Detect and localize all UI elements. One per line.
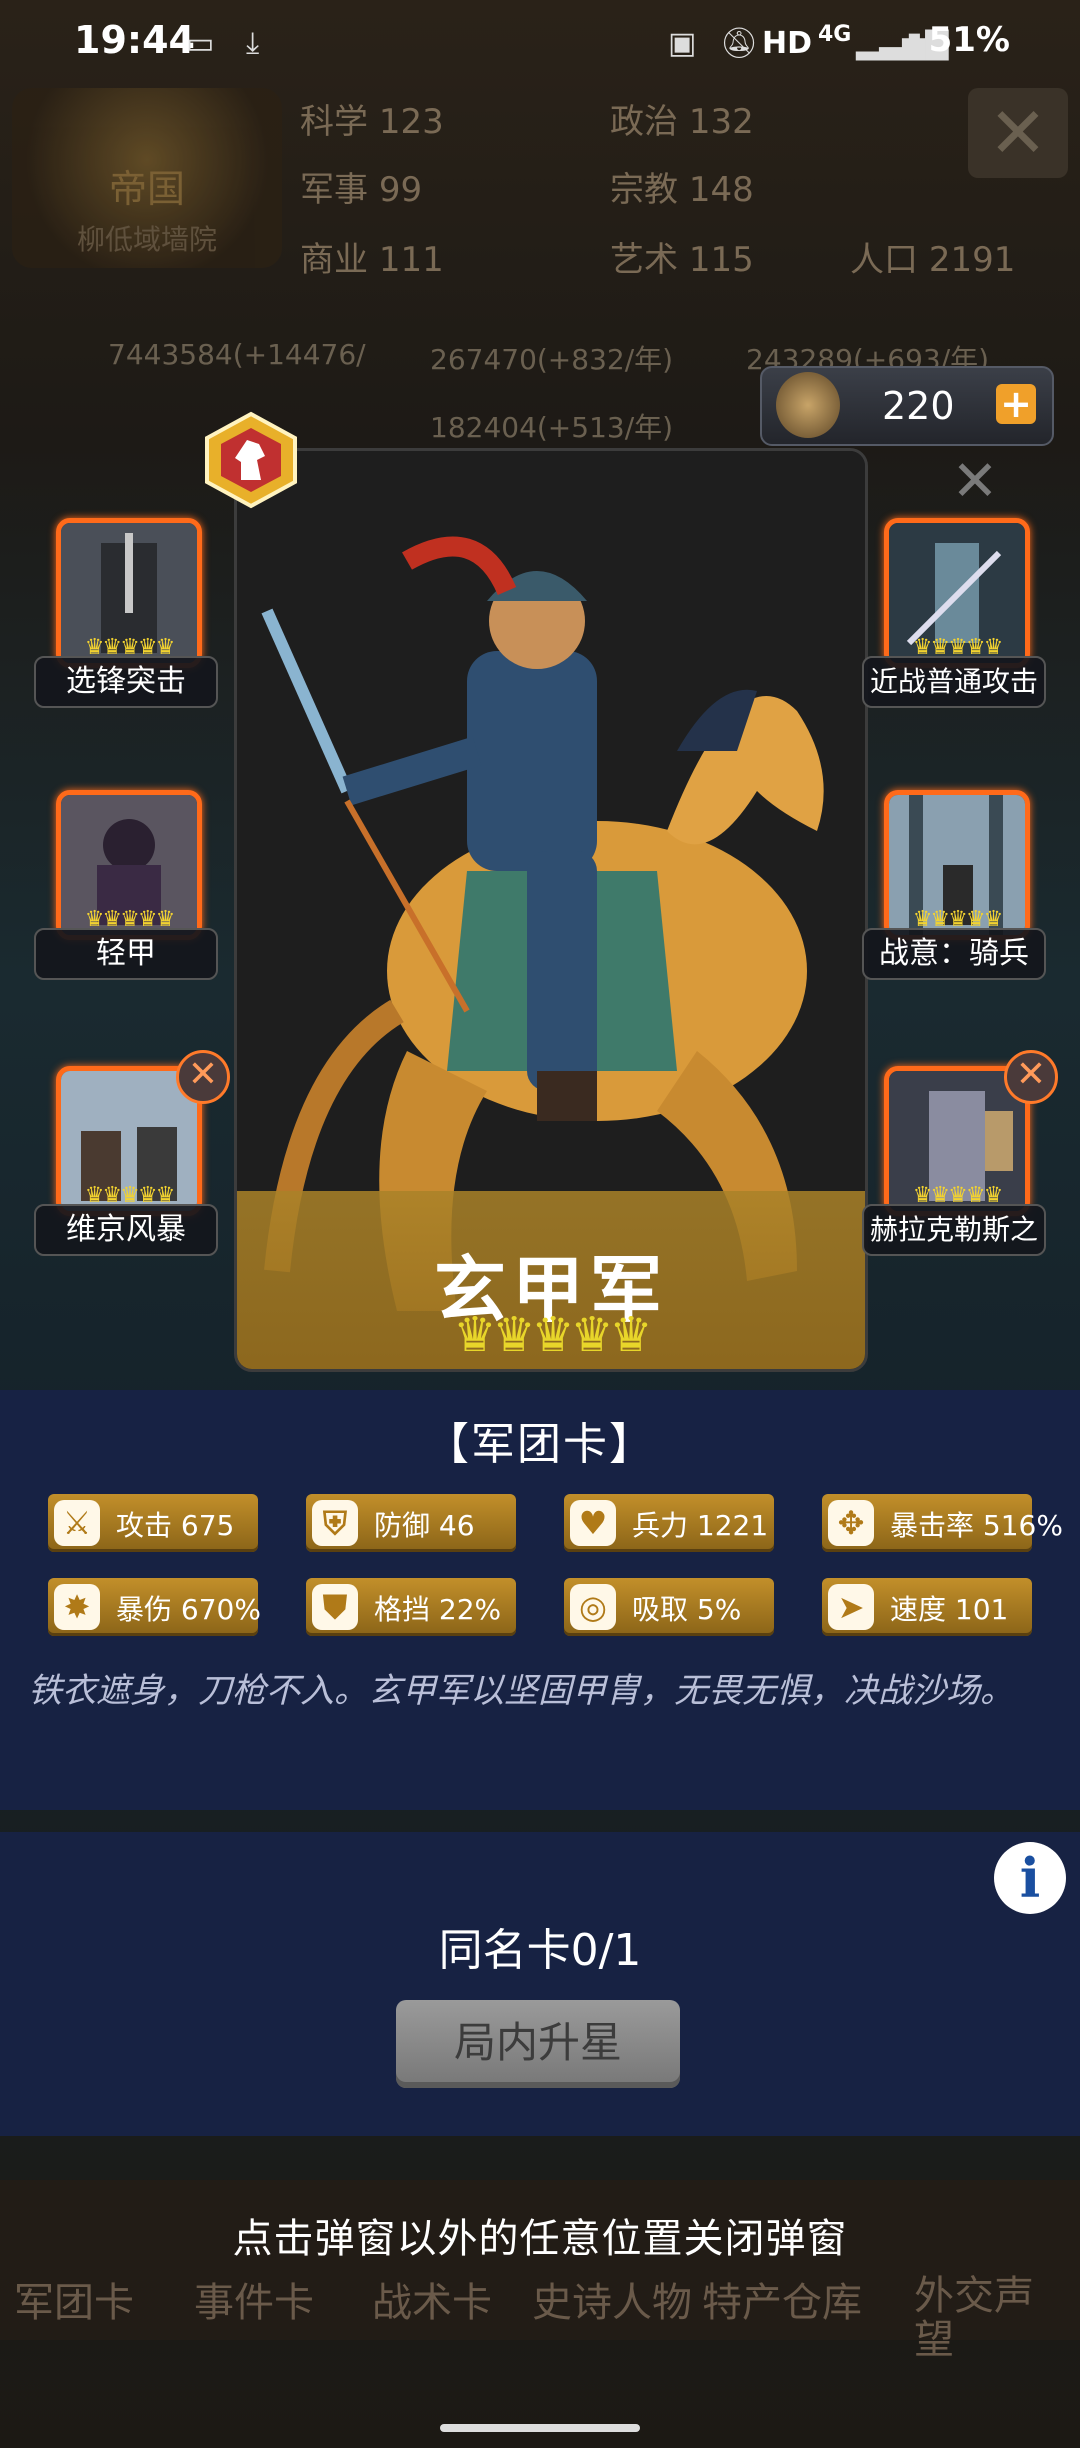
skill-label: 赫拉克勒斯之 bbox=[862, 1204, 1046, 1256]
empire-badge-subtitle: 柳低域墙院 bbox=[76, 223, 217, 256]
add-currency-button[interactable]: + bbox=[996, 384, 1036, 424]
tab-epic-figures[interactable]: 史诗人物 bbox=[532, 2270, 692, 2328]
tab-event-cards[interactable]: 事件卡 bbox=[194, 2270, 314, 2328]
attr-text: 暴伤 670% bbox=[116, 1593, 261, 1626]
resource-gold: 7443584(+14476/ bbox=[108, 338, 366, 371]
auto-brightness-icon: ▣ bbox=[668, 26, 697, 61]
status-bar: 19:44 ▭ ⤓ ▣ 🔕︎ HD 4G ▂▃▅▇ ▮ 51% bbox=[0, 0, 1080, 86]
empire-badge: 帝国 柳低域墙院 bbox=[12, 88, 282, 268]
card-description: 铁衣遮身，刀枪不入。玄甲军以坚固甲胄，无畏无惧，决战沙场。 bbox=[28, 1671, 1014, 1711]
attr-lifesteal: ◎ 吸取 5% bbox=[564, 1578, 774, 1636]
attr-troops: ♥ 兵力 1221 bbox=[564, 1494, 774, 1552]
network-4g-label: 4G bbox=[818, 22, 852, 47]
stat-population: 人口 2191 bbox=[850, 240, 1016, 280]
skill-label: 维京风暴 bbox=[34, 1204, 218, 1256]
attr-text: 速度 101 bbox=[890, 1593, 1009, 1626]
remove-skill-icon[interactable]: ✕ bbox=[1004, 1050, 1058, 1104]
stat-military: 军事 99 bbox=[300, 170, 423, 210]
skill-frame: ♛♛♛♛♛ bbox=[56, 518, 202, 668]
battery-percent: 51% bbox=[928, 20, 1010, 60]
network-hd-label: HD bbox=[762, 26, 813, 61]
stat-science: 科学 123 bbox=[300, 102, 444, 142]
attr-defense: ⛨ 防御 46 bbox=[306, 1494, 516, 1552]
attr-text: 暴击率 516% bbox=[890, 1509, 1063, 1542]
attr-crit-damage: ✸ 暴伤 670% bbox=[48, 1578, 261, 1636]
tab-specialty-warehouse[interactable]: 特产仓库 bbox=[702, 2270, 862, 2328]
resource-wood: 267470(+832/年) bbox=[430, 343, 674, 376]
sword-icon: ⚔ bbox=[54, 1500, 100, 1546]
upgrade-star-button[interactable]: 局内升星 bbox=[396, 2000, 680, 2088]
attr-text: 防御 46 bbox=[374, 1509, 475, 1542]
skill-label: 近战普通攻击 bbox=[862, 656, 1046, 708]
block-icon: ⛊ bbox=[312, 1584, 358, 1630]
stat-art: 艺术 115 bbox=[610, 240, 754, 280]
battery-icon: ▮ bbox=[906, 26, 923, 61]
skill-label: 轻甲 bbox=[34, 928, 218, 980]
resource-food: 182404(+513/年) bbox=[430, 411, 674, 444]
card-info-panel: 【军团卡】 ⚔ 攻击 675 ⛨ 防御 46 ♥ 兵力 1221 ✥ 暴击率 5… bbox=[0, 1390, 1080, 1810]
empire-badge-title: 帝国 bbox=[108, 167, 185, 211]
crit-damage-icon: ✸ bbox=[54, 1584, 100, 1630]
speed-icon: ➤ bbox=[828, 1584, 874, 1630]
attr-text: 攻击 675 bbox=[116, 1509, 235, 1542]
remove-skill-icon[interactable]: ✕ bbox=[176, 1050, 230, 1104]
tab-tactic-cards[interactable]: 战术卡 bbox=[372, 2270, 492, 2328]
heart-icon: ♥ bbox=[570, 1500, 616, 1546]
home-indicator[interactable] bbox=[440, 2424, 640, 2432]
card-star-crowns: ♛♛♛♛♛ bbox=[453, 1307, 652, 1363]
stat-religion: 宗教 148 bbox=[610, 170, 754, 210]
skill-frame: ♛♛♛♛♛ bbox=[56, 790, 202, 940]
attr-text: 格挡 22% bbox=[374, 1593, 502, 1626]
attr-text: 吸取 5% bbox=[632, 1593, 742, 1626]
notifications-off-icon: 🔕︎ bbox=[720, 26, 759, 61]
background-close-icon[interactable]: ✕ bbox=[968, 88, 1068, 178]
currency-display: 220 + bbox=[760, 366, 1054, 446]
info-icon[interactable]: i bbox=[994, 1842, 1066, 1914]
attr-text: 兵力 1221 bbox=[632, 1509, 769, 1542]
skill-frame: ♛♛♛♛♛ bbox=[884, 518, 1030, 668]
shield-icon: ⛨ bbox=[312, 1500, 358, 1546]
gallery-icon: ▭ bbox=[186, 26, 215, 61]
skill-label: 选锋突击 bbox=[34, 656, 218, 708]
status-time: 19:44 bbox=[74, 18, 195, 62]
stat-politics: 政治 132 bbox=[610, 102, 754, 142]
duplicate-card-count: 同名卡0/1 bbox=[438, 1925, 642, 1976]
tab-diplomacy[interactable]: 外交声望 bbox=[914, 2274, 1064, 2362]
card-name-bar: 玄甲军 ♛♛♛♛♛ bbox=[237, 1191, 865, 1369]
attr-block: ⛊ 格挡 22% bbox=[306, 1578, 516, 1636]
skill-frame: ♛♛♛♛♛ bbox=[884, 790, 1030, 940]
attr-crit-rate: ✥ 暴击率 516% bbox=[822, 1494, 1063, 1552]
upgrade-panel: i 同名卡0/1 局内升星 bbox=[0, 1832, 1080, 2136]
currency-amount: 220 bbox=[882, 384, 955, 428]
legion-crest-icon bbox=[776, 372, 840, 438]
close-popup-hint: 点击弹窗以外的任意位置关闭弹窗 bbox=[232, 2216, 848, 2262]
legion-card: 玄甲军 ♛♛♛♛♛ bbox=[234, 448, 868, 1372]
tab-legion-cards[interactable]: 军团卡 bbox=[14, 2270, 134, 2328]
card-close-icon[interactable]: ✕ bbox=[945, 452, 1005, 512]
attr-speed: ➤ 速度 101 bbox=[822, 1578, 1032, 1636]
crit-rate-icon: ✥ bbox=[828, 1500, 874, 1546]
card-type-title: 【军团卡】 bbox=[425, 1419, 655, 1470]
attr-attack: ⚔ 攻击 675 bbox=[48, 1494, 258, 1552]
knight-rank-badge-icon bbox=[195, 410, 307, 510]
download-icon: ⤓ bbox=[246, 26, 260, 61]
stat-commerce: 商业 111 bbox=[300, 240, 444, 280]
lifesteal-icon: ◎ bbox=[570, 1584, 616, 1630]
skill-label: 战意：骑兵 bbox=[862, 928, 1046, 980]
